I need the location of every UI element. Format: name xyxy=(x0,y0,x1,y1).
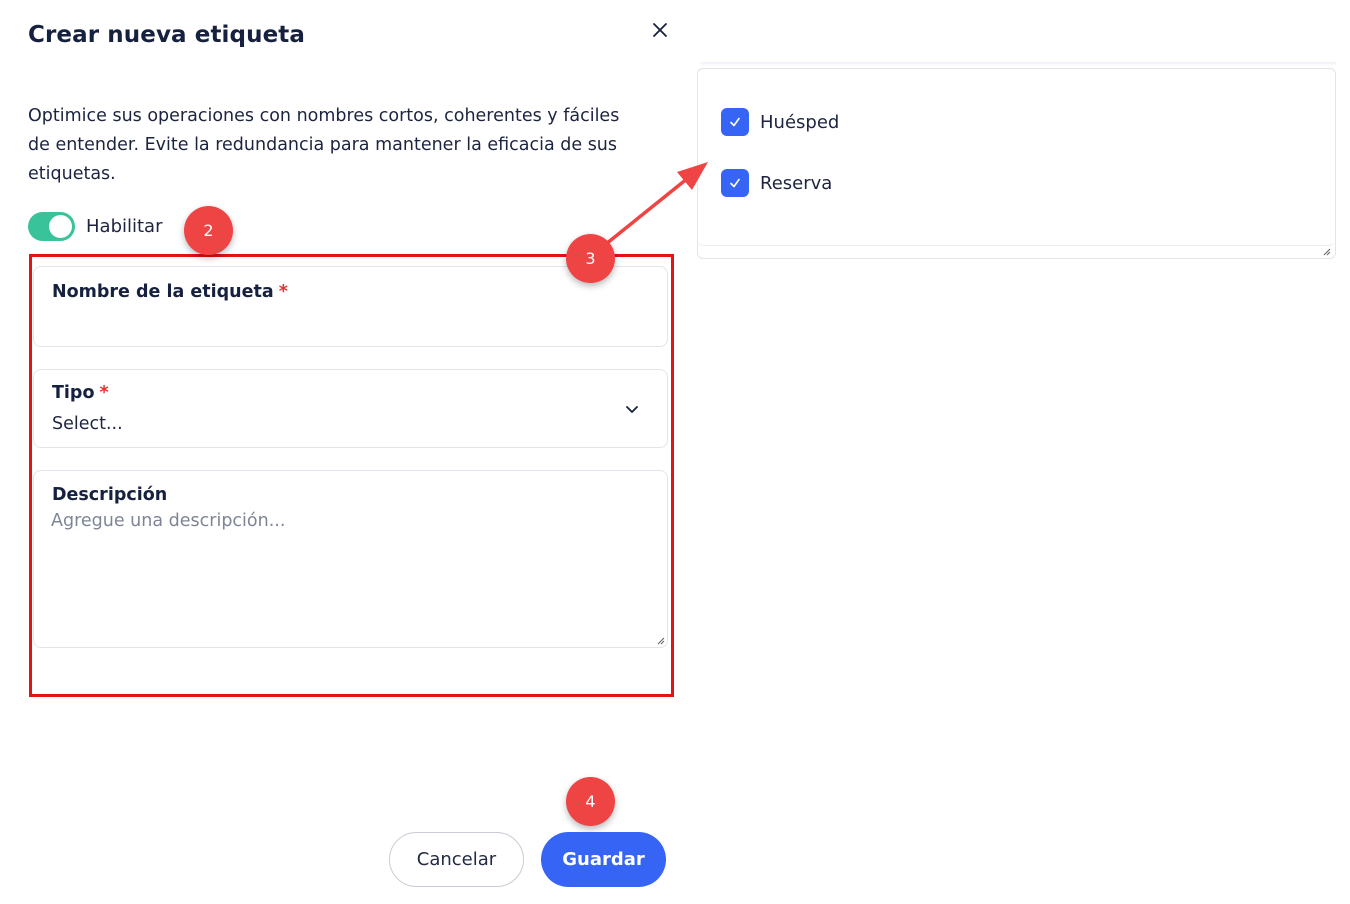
step-badge-4: 4 xyxy=(566,777,615,826)
required-mark: * xyxy=(99,383,109,403)
panel-top-divider xyxy=(700,62,1336,66)
type-options-panel: Huésped Reserva xyxy=(697,68,1336,259)
tag-name-label: Nombre de la etiqueta * xyxy=(52,282,288,302)
close-button[interactable] xyxy=(646,16,674,44)
type-selected-value: Select... xyxy=(52,414,123,434)
required-mark: * xyxy=(278,282,288,302)
type-options-list: Huésped Reserva xyxy=(698,69,1335,246)
checkbox-reserva[interactable] xyxy=(721,169,749,197)
enable-toggle-row: Habilitar xyxy=(28,212,162,241)
save-button[interactable]: Guardar xyxy=(541,832,666,887)
resize-grip-icon[interactable] xyxy=(1321,246,1331,256)
toggle-knob xyxy=(49,215,72,238)
chevron-down-icon xyxy=(626,406,638,413)
dialog-title: Crear nueva etiqueta xyxy=(28,22,305,48)
resize-grip-icon[interactable] xyxy=(655,635,665,645)
step-badge-2: 2 xyxy=(184,206,233,255)
step-badge-3: 3 xyxy=(566,234,615,283)
check-icon xyxy=(730,117,740,127)
description-label: Descripción xyxy=(52,485,168,505)
cancel-button[interactable]: Cancelar xyxy=(389,832,524,887)
tag-name-field[interactable]: Nombre de la etiqueta * xyxy=(33,266,668,347)
enable-toggle-label: Habilitar xyxy=(86,216,163,237)
close-icon xyxy=(653,23,667,37)
type-label: Tipo * xyxy=(52,383,109,403)
option-label: Reserva xyxy=(760,172,833,194)
dialog-description: Optimice sus operaciones con nombres cor… xyxy=(28,106,620,184)
checkbox-huesped[interactable] xyxy=(721,108,749,136)
enable-toggle[interactable] xyxy=(28,212,75,241)
check-icon xyxy=(730,178,740,188)
option-reserva[interactable]: Reserva xyxy=(721,169,832,197)
option-huesped[interactable]: Huésped xyxy=(721,108,839,136)
description-field[interactable]: Descripción xyxy=(33,470,668,648)
tag-name-input[interactable] xyxy=(51,311,651,337)
type-select[interactable]: Tipo * Select... xyxy=(33,369,668,448)
option-label: Huésped xyxy=(760,111,840,133)
description-textarea[interactable] xyxy=(51,511,651,631)
